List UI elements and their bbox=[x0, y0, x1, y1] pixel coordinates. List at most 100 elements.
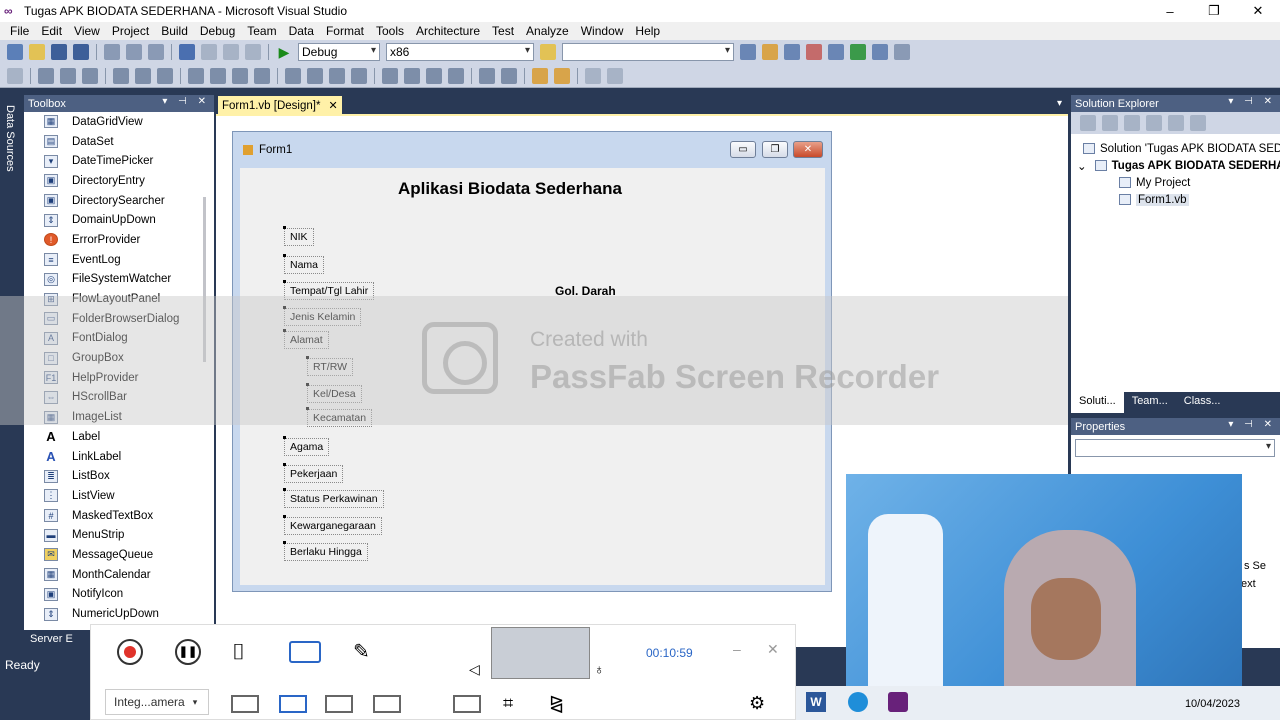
refresh-icon[interactable] bbox=[1124, 115, 1140, 131]
toolbox-item[interactable]: # MaskedTextBox bbox=[24, 506, 214, 526]
tab-dropdown-icon[interactable]: ▾ bbox=[1057, 98, 1062, 109]
tab-team-explorer[interactable]: Team... bbox=[1124, 392, 1176, 413]
toolbox-item[interactable]: ▦ MonthCalendar bbox=[24, 565, 214, 585]
label-status-perkawinan[interactable]: Status Perkawinan bbox=[283, 488, 384, 508]
toolbar-options-icon[interactable] bbox=[607, 67, 623, 84]
label-nik[interactable]: NIK bbox=[283, 226, 314, 246]
send-to-back-icon[interactable] bbox=[554, 67, 570, 84]
paste-icon[interactable] bbox=[148, 44, 164, 60]
minimize-recorder-icon[interactable]: – bbox=[733, 641, 741, 657]
view-code-icon[interactable] bbox=[1146, 115, 1162, 131]
server-explorer-tab[interactable]: Server E bbox=[24, 630, 90, 648]
decrease-vertical-spacing-icon[interactable] bbox=[426, 67, 442, 84]
navigate-backward-icon[interactable] bbox=[223, 44, 239, 60]
class-diagram-icon[interactable] bbox=[1190, 115, 1206, 131]
platform-select[interactable]: x86 bbox=[386, 43, 534, 61]
toolbox-item[interactable]: ≡ EventLog bbox=[24, 250, 214, 270]
toolbox-icon[interactable] bbox=[806, 44, 822, 60]
menu-team[interactable]: Team bbox=[241, 24, 282, 38]
webcam-mode-icon[interactable] bbox=[325, 695, 353, 713]
person-mode-icon[interactable] bbox=[373, 695, 401, 713]
webcam-toggle-icon[interactable] bbox=[289, 641, 321, 663]
center-horizontally-icon[interactable] bbox=[479, 67, 495, 84]
menu-edit[interactable]: Edit bbox=[35, 24, 68, 38]
align-lefts-icon[interactable] bbox=[38, 67, 54, 84]
align-centers-icon[interactable] bbox=[60, 67, 76, 84]
menu-build[interactable]: Build bbox=[155, 24, 194, 38]
menu-window[interactable]: Window bbox=[575, 24, 630, 38]
tree-form1[interactable]: Form1.vb bbox=[1071, 191, 1280, 208]
menu-view[interactable]: View bbox=[68, 24, 106, 38]
start-debug-icon[interactable]: ▶ bbox=[276, 44, 292, 60]
label-agama[interactable]: Agama bbox=[282, 436, 330, 456]
tab-order-icon[interactable] bbox=[585, 67, 601, 84]
properties-icon[interactable] bbox=[1080, 115, 1096, 131]
save-icon[interactable] bbox=[51, 44, 67, 60]
toolbox-item[interactable]: ≣ ListBox bbox=[24, 466, 214, 486]
align-middles-icon[interactable] bbox=[135, 67, 151, 84]
toolbox-item[interactable]: ! ErrorProvider bbox=[24, 230, 214, 250]
menu-format[interactable]: Format bbox=[320, 24, 370, 38]
view-designer-icon[interactable] bbox=[1168, 115, 1184, 131]
tree-project[interactable]: ⌄ Tugas APK BIODATA SEDERHA bbox=[1071, 157, 1280, 174]
screenshot-camera-icon[interactable]: ⌷ bbox=[232, 639, 245, 665]
undo-icon[interactable] bbox=[179, 44, 195, 60]
settings-gear-icon[interactable]: ⚙ bbox=[749, 693, 765, 714]
extension-icon[interactable] bbox=[850, 44, 866, 60]
increase-vertical-spacing-icon[interactable] bbox=[404, 67, 420, 84]
redo-icon[interactable] bbox=[201, 44, 217, 60]
toolbox-item[interactable]: ▤ DataSet bbox=[24, 132, 214, 152]
remove-vertical-spacing-icon[interactable] bbox=[448, 67, 464, 84]
label-kewarganegaraan[interactable]: Kewarganegaraan bbox=[283, 515, 382, 535]
data-sources-tab[interactable]: Data Sources bbox=[4, 105, 16, 172]
menu-tools[interactable]: Tools bbox=[370, 24, 410, 38]
expand-icon[interactable]: ⌄ bbox=[1077, 159, 1087, 173]
menu-debug[interactable]: Debug bbox=[194, 24, 241, 38]
align-to-grid-icon[interactable] bbox=[7, 67, 23, 84]
menu-file[interactable]: File bbox=[4, 24, 35, 38]
toolbox-item[interactable]: ◎ FileSystemWatcher bbox=[24, 270, 214, 290]
toolbox-item[interactable]: ▣ DirectorySearcher bbox=[24, 191, 214, 211]
horizontal-spacing-icon[interactable] bbox=[285, 67, 301, 84]
microphone-icon[interactable]: ♁ bbox=[594, 661, 605, 677]
pen-icon[interactable]: ✎ bbox=[353, 639, 370, 664]
save-all-icon[interactable] bbox=[73, 44, 89, 60]
close-button[interactable]: ✕ bbox=[1236, 0, 1280, 22]
show-all-files-icon[interactable] bbox=[1102, 115, 1118, 131]
toolbox-item[interactable]: ▬ MenuStrip bbox=[24, 525, 214, 545]
center-vertically-icon[interactable] bbox=[501, 67, 517, 84]
align-rights-icon[interactable] bbox=[82, 67, 98, 84]
cut-icon[interactable] bbox=[104, 44, 120, 60]
maximize-button[interactable]: ❐ bbox=[1192, 0, 1236, 22]
solution-explorer-icon[interactable] bbox=[740, 44, 756, 60]
fullscreen-mode-icon[interactable] bbox=[231, 695, 259, 713]
minimize-button[interactable]: – bbox=[1148, 0, 1192, 22]
bring-to-front-icon[interactable] bbox=[532, 67, 548, 84]
menu-analyze[interactable]: Analyze bbox=[520, 24, 575, 38]
align-tops-icon[interactable] bbox=[113, 67, 129, 84]
open-file-icon[interactable] bbox=[29, 44, 45, 60]
tab-class-view[interactable]: Class... bbox=[1176, 392, 1229, 413]
object-selector[interactable] bbox=[1075, 439, 1275, 457]
speaker-icon[interactable]: ◁ bbox=[469, 661, 480, 678]
toolbox-item[interactable]: ⇕ NumericUpDown bbox=[24, 604, 214, 624]
form-heading-label[interactable]: Aplikasi Biodata Sederhana bbox=[398, 179, 622, 199]
crop-icon[interactable]: ⌗ bbox=[503, 693, 513, 714]
tab-solution-explorer[interactable]: Soluti... bbox=[1071, 392, 1124, 413]
navigate-forward-icon[interactable] bbox=[245, 44, 261, 60]
close-tab-icon[interactable]: ✕ bbox=[328, 99, 337, 112]
region-mode-icon[interactable] bbox=[279, 695, 307, 713]
toolbox-item[interactable]: A Label bbox=[24, 427, 214, 447]
copy-icon[interactable] bbox=[126, 44, 142, 60]
align-bottoms-icon[interactable] bbox=[157, 67, 173, 84]
toolbox-item[interactable]: ▦ DataGridView bbox=[24, 112, 214, 132]
tab-form1-design[interactable]: Form1.vb [Design]* ✕ bbox=[218, 96, 342, 115]
find-in-files-icon[interactable] bbox=[540, 44, 556, 60]
menu-data[interactable]: Data bbox=[283, 24, 320, 38]
make-same-size-icon[interactable] bbox=[232, 67, 248, 84]
tree-my-project[interactable]: My Project bbox=[1071, 174, 1280, 191]
toolbox-item[interactable]: ▣ DirectoryEntry bbox=[24, 171, 214, 191]
label-pekerjaan[interactable]: Pekerjaan bbox=[282, 463, 344, 483]
mirror-icon[interactable]: ⧎ bbox=[549, 693, 564, 714]
make-same-height-icon[interactable] bbox=[210, 67, 226, 84]
